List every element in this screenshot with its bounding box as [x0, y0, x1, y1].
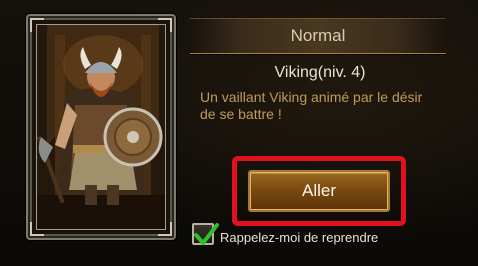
difficulty-title-bar: Normal: [190, 18, 446, 54]
card-corner-ornament: [158, 222, 172, 236]
hero-name: Viking(niv. 4): [274, 64, 366, 81]
card-corner-ornament: [30, 18, 44, 32]
remind-checkbox[interactable]: [192, 223, 219, 245]
checkmark-icon: [194, 223, 219, 245]
hero-description: Un vaillant Viking animé par le désir de…: [200, 89, 423, 122]
viking-portrait-image: [37, 25, 165, 229]
hero-portrait: [36, 24, 166, 230]
card-corner-ornament: [158, 18, 172, 32]
difficulty-title: Normal: [290, 26, 346, 45]
card-corner-ornament: [30, 222, 44, 236]
go-button[interactable]: Aller: [248, 170, 390, 212]
hero-card: [26, 14, 176, 240]
remind-checkbox-label[interactable]: Rappelez-moi de reprendre: [220, 230, 378, 245]
